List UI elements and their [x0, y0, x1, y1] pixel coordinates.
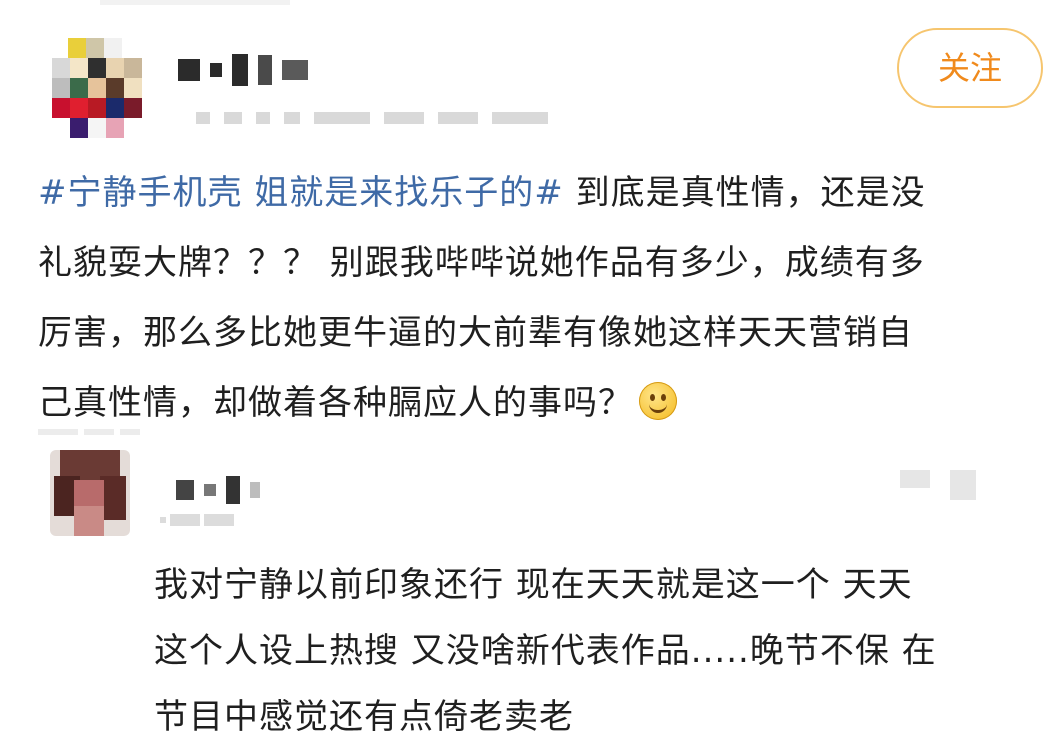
- post-line: 礼貌耍大牌？？？ 别跟我哔哔说她作品有多少，成绩有多: [38, 243, 925, 283]
- comment-meta-blurred: [160, 514, 234, 526]
- post-line: #宁静手机壳 姐就是来找乐子的# 到底是真性情，还是没: [38, 158, 1038, 228]
- commenter-name-blurred[interactable]: [176, 470, 260, 510]
- section-divider: [38, 420, 148, 435]
- comment-actions-blurred: [900, 470, 976, 500]
- commenter-avatar[interactable]: [50, 450, 130, 536]
- post-line: 己真性情，却做着各种膈应人的事吗？: [38, 368, 1038, 438]
- post-line-text: 己真性情，却做着各种膈应人的事吗？: [38, 383, 633, 423]
- hashtag-link[interactable]: #宁静手机壳 姐就是来找乐子的#: [38, 173, 564, 213]
- follow-button[interactable]: 关注: [897, 28, 1043, 108]
- smile-emoji-icon: [639, 382, 677, 420]
- comment-line: 这个人设上热搜 又没啥新代表作品.....晚节不保 在: [154, 631, 937, 671]
- comment-line: 节目中感觉还有点倚老卖老: [154, 697, 574, 737]
- post-author-name-blurred[interactable]: [178, 50, 308, 90]
- post-line-text: 到底是真性情，还是没: [563, 173, 926, 213]
- comment-text: 我对宁静以前印象还行 现在天天就是这一个 天天 这个人设上热搜 又没啥新代表作品…: [154, 552, 1034, 750]
- post-text: #宁静手机壳 姐就是来找乐子的# 到底是真性情，还是没 礼貌耍大牌？？？ 别跟我…: [38, 158, 1038, 438]
- comment-line: 我对宁静以前印象还行 现在天天就是这一个 天天: [154, 565, 913, 605]
- top-edge-fragment: [100, 0, 290, 5]
- post-author-avatar[interactable]: [52, 38, 142, 138]
- post-meta-blurred: [196, 108, 548, 128]
- post-line: 厉害，那么多比她更牛逼的大前辈有像她这样天天营销自: [38, 313, 913, 353]
